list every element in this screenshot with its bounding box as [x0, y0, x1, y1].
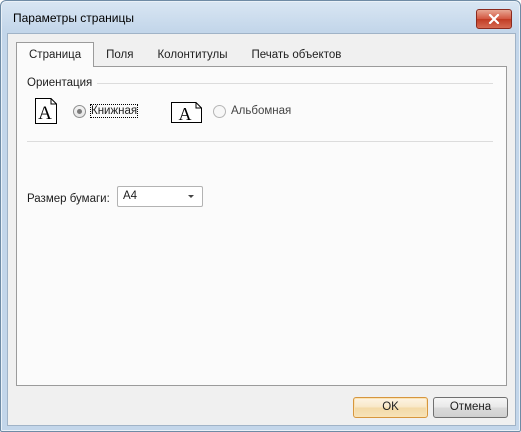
radio-selected-dot	[77, 109, 82, 114]
landscape-page-icon: A	[171, 102, 202, 123]
svg-text:A: A	[38, 103, 52, 124]
dialog-title: Параметры страницы	[13, 11, 134, 25]
orientation-section-label: Ориентация	[27, 77, 93, 89]
tab-margins[interactable]: Поля	[94, 45, 145, 66]
orientation-divider	[97, 83, 493, 84]
portrait-label[interactable]: Книжная	[89, 104, 139, 118]
tab-strip: Страница Поля Колонтитулы Печать объекто…	[16, 42, 353, 67]
ok-button[interactable]: OK	[353, 397, 428, 418]
tab-headers-footers[interactable]: Колонтитулы	[145, 45, 239, 66]
page-setup-dialog: Параметры страницы Страница Поля Колонти…	[0, 0, 521, 432]
tab-page[interactable]: Страница	[16, 42, 95, 67]
landscape-radio[interactable]	[213, 105, 226, 118]
close-icon	[488, 14, 500, 24]
portrait-radio[interactable]	[73, 105, 86, 118]
dialog-body: Страница Поля Колонтитулы Печать объекто…	[7, 33, 516, 426]
close-button[interactable]	[476, 9, 512, 29]
paper-size-select[interactable]: A4	[117, 186, 203, 207]
section-divider	[27, 141, 493, 142]
portrait-page-icon: A	[35, 98, 57, 124]
svg-text:A: A	[179, 104, 192, 123]
chevron-down-icon	[188, 195, 194, 198]
paper-size-value: A4	[123, 190, 138, 202]
title-bar[interactable]: Параметры страницы	[1, 1, 520, 33]
landscape-label[interactable]: Альбомная	[231, 105, 291, 117]
tab-panel-page: Ориентация A Книжная A Альбомная Размер …	[16, 66, 507, 386]
paper-size-label: Размер бумаги:	[27, 193, 110, 205]
cancel-button[interactable]: Отмена	[433, 397, 508, 418]
tab-print-objects[interactable]: Печать объектов	[239, 45, 353, 66]
